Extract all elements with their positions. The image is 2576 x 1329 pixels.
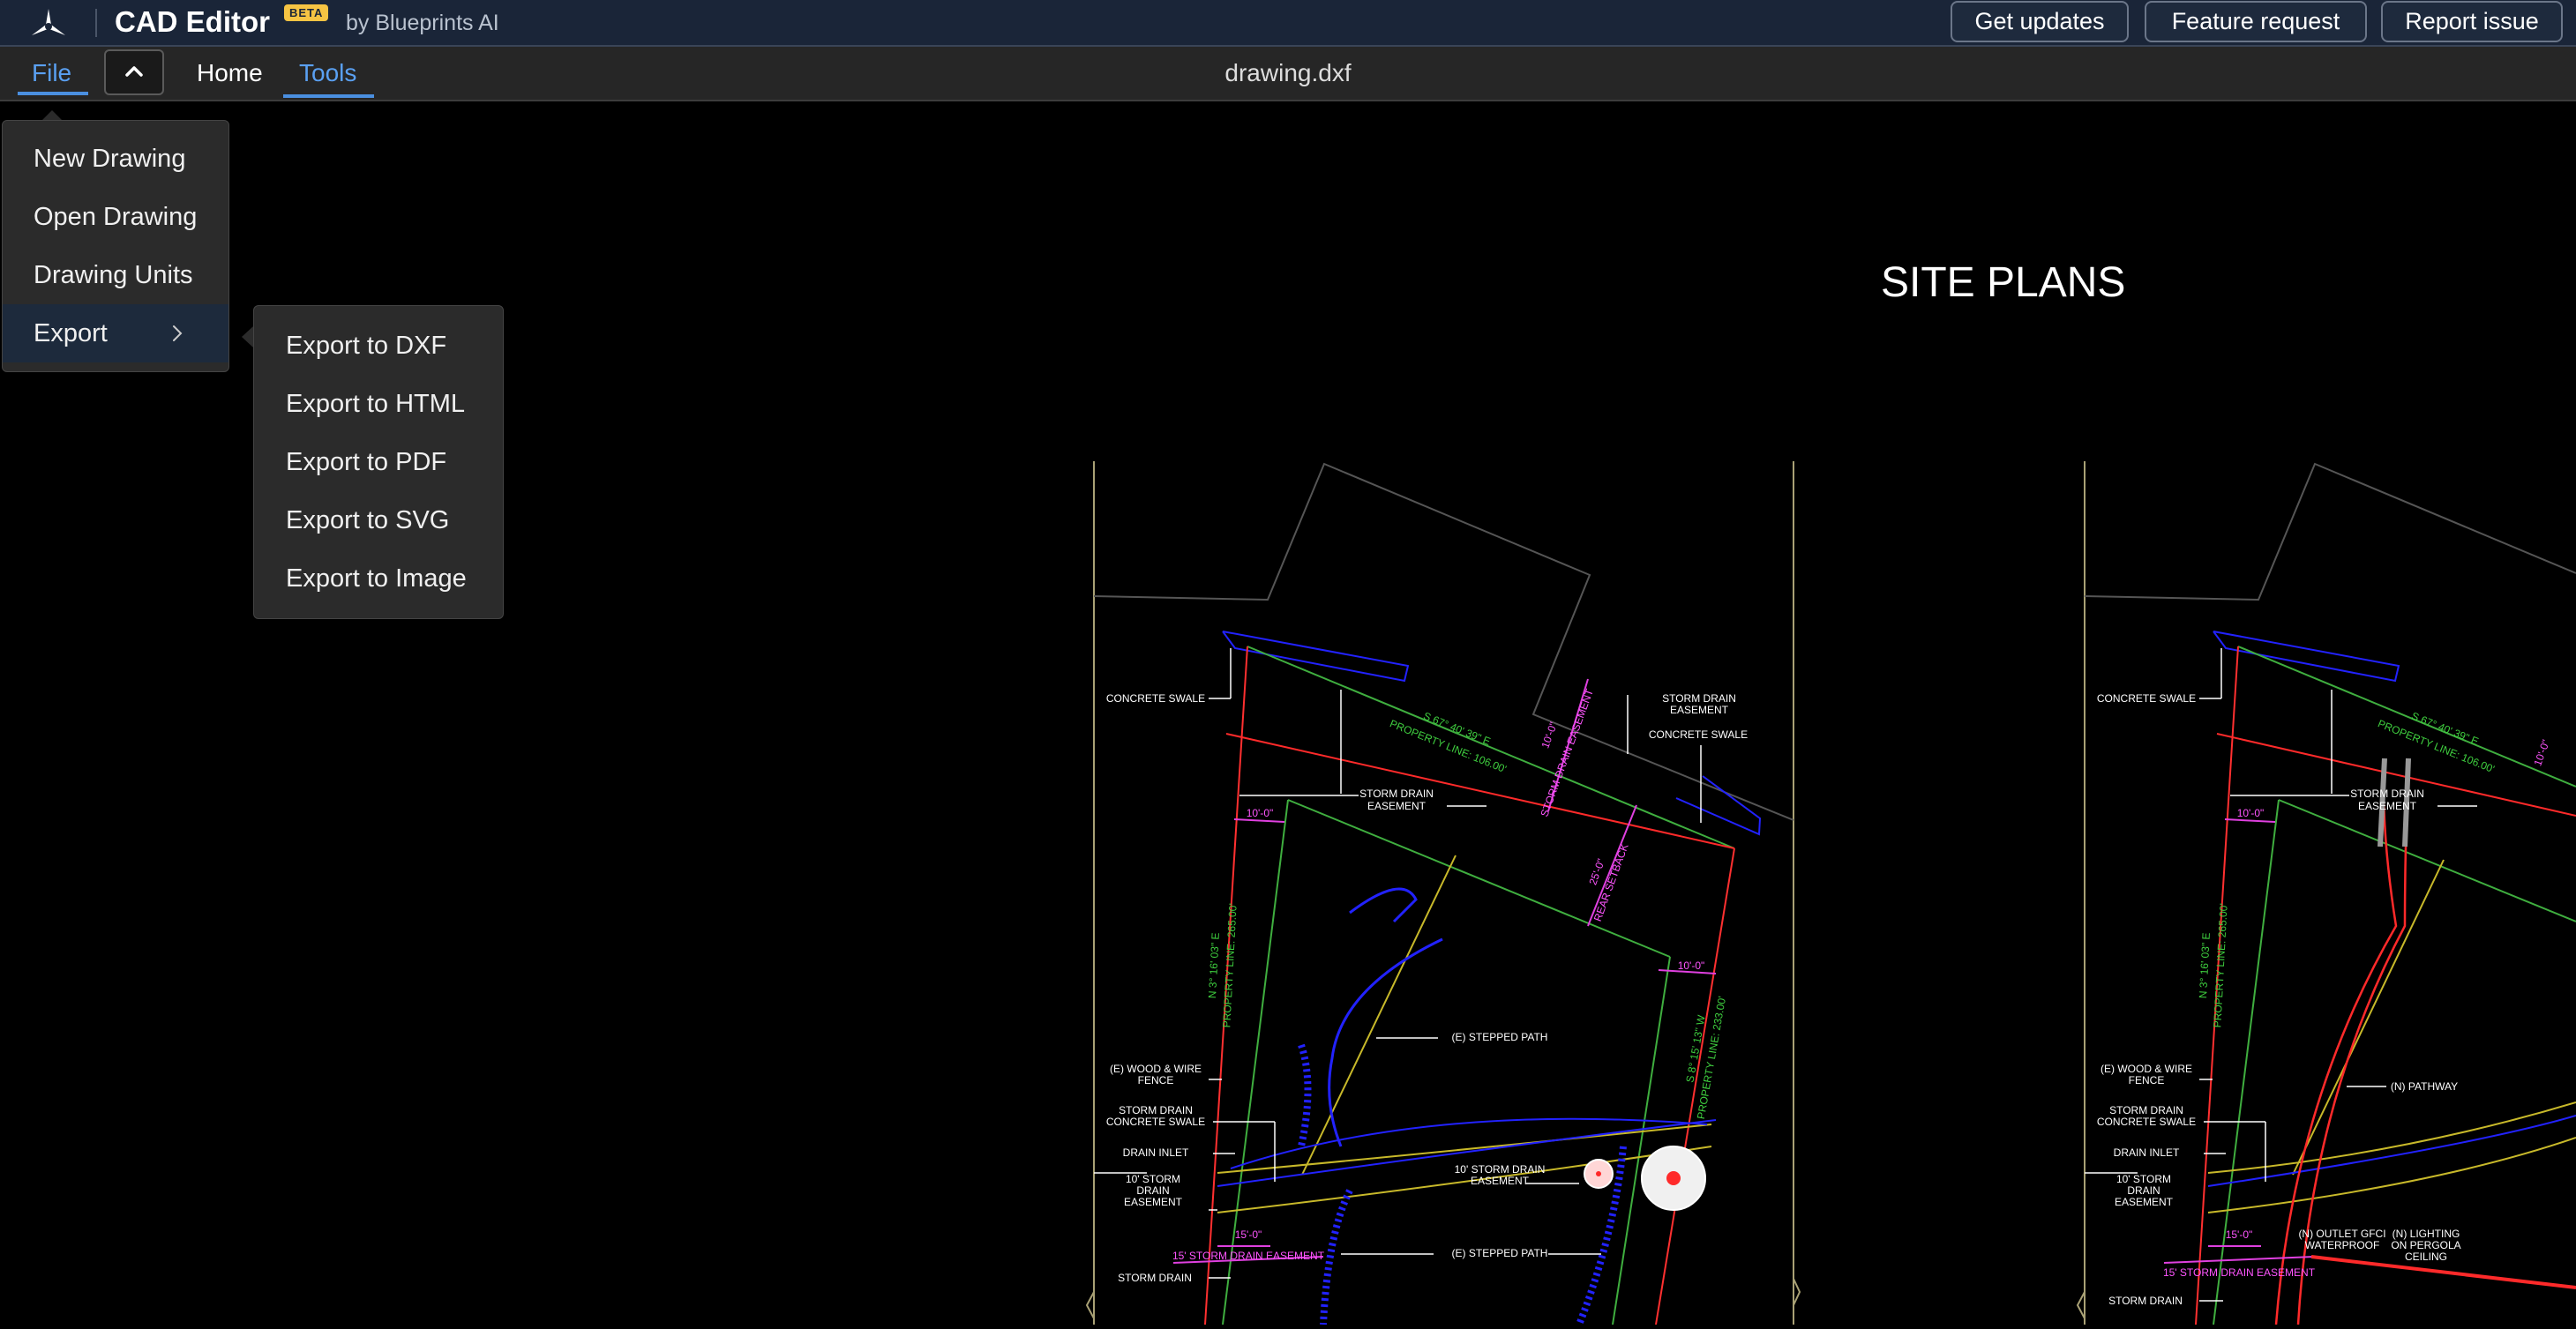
left-plan-label: STORM DRAIN	[1662, 692, 1736, 705]
left-plan-label: N 3° 16' 03" E	[1206, 932, 1222, 998]
left-plan-label: CONCRETE SWALE	[1106, 692, 1205, 705]
left-plan-label: 10' STORM	[1126, 1173, 1180, 1185]
menu-item-export[interactable]: Export	[3, 304, 228, 362]
right-plan-label: FENCE	[2129, 1074, 2165, 1086]
chevron-right-icon	[173, 325, 183, 341]
left-plan-label: STORM DRAIN	[1359, 788, 1434, 800]
right-plan-label: STORM DRAIN	[2108, 1295, 2183, 1307]
document-filename: drawing.dxf	[1224, 59, 1352, 86]
right-plan-label: (N) LIGHTING	[2393, 1228, 2460, 1240]
left-plan-label: (E) WOOD & WIRE	[1110, 1063, 1202, 1075]
menu-item-export-svg[interactable]: Export to SVG	[254, 491, 503, 549]
left-plan-label: 10'-0"	[1678, 959, 1705, 972]
left-plan-label: CONCRETE SWALE	[1649, 728, 1748, 741]
byline: by Blueprints AI	[346, 11, 499, 35]
right-plan-label: DRAIN	[2127, 1184, 2160, 1197]
file-menu: New Drawing Open Drawing Drawing Units E…	[2, 120, 229, 372]
left-plan-label: 10'-0"	[1247, 807, 1274, 819]
drawing-canvas[interactable]: CONCRETE SWALE STORM DRAIN EASEMENT CONCRET…	[0, 101, 2576, 1326]
left-plan-label: EASEMENT	[1367, 800, 1427, 812]
menu-item-drawing-units[interactable]: Drawing Units	[3, 246, 228, 304]
left-plan-label: 10' STORM DRAIN	[1455, 1163, 1546, 1176]
right-plan-label: STORM DRAIN	[2350, 788, 2424, 800]
header-divider	[95, 9, 97, 37]
right-plan-label: PROPERTY LINE: 265.00'	[2211, 903, 2229, 1028]
right-plan-label: 10' STORM	[2116, 1173, 2171, 1185]
left-plan-label: (E) STEPPED PATH	[1452, 1247, 1548, 1259]
get-updates-button[interactable]: Get updates	[1951, 1, 2129, 42]
right-plan-label: (N) OUTLET GFCI	[2298, 1228, 2385, 1240]
menu-item-new-drawing[interactable]: New Drawing	[3, 130, 228, 188]
left-plan-label: STORM DRAIN	[1119, 1104, 1193, 1116]
blueprints-logo-icon[interactable]	[26, 5, 71, 42]
right-plan-label: (N) PATHWAY	[2391, 1080, 2458, 1093]
drawing-title: SITE PLANS	[1881, 259, 2126, 306]
left-plan-label: DRAIN INLET	[1123, 1146, 1189, 1159]
right-plan-label: EASEMENT	[2358, 800, 2417, 812]
right-plan-label: EASEMENT	[2115, 1196, 2174, 1208]
report-issue-button[interactable]: Report issue	[2381, 1, 2563, 42]
left-plan-label: EASEMENT	[1670, 704, 1729, 716]
right-plan-label: CONCRETE SWALE	[2097, 1116, 2196, 1128]
app-title: CAD Editor	[115, 5, 270, 38]
right-plan-label: (E) WOOD & WIRE	[2100, 1063, 2192, 1075]
menu-item-export-dxf[interactable]: Export to DXF	[254, 317, 503, 375]
menu-item-export-pdf[interactable]: Export to PDF	[254, 433, 503, 491]
left-plan-label: STORM DRAIN EASEMENT	[1538, 687, 1596, 818]
feature-request-button[interactable]: Feature request	[2145, 1, 2367, 42]
left-plan-label: EASEMENT	[1124, 1196, 1183, 1208]
right-plan-label: 10'-0"	[2531, 738, 2552, 768]
left-plan-label: STORM DRAIN	[1118, 1272, 1192, 1284]
left-plan-label: (E) STEPPED PATH	[1452, 1031, 1548, 1043]
export-submenu: Export to DXF Export to HTML Export to P…	[253, 305, 504, 619]
menu-item-export-image[interactable]: Export to Image	[254, 549, 503, 608]
tab-tools-underline	[283, 94, 374, 98]
right-plan-label: WATERPROOF	[2305, 1239, 2380, 1251]
right-plan-label: STORM DRAIN	[2109, 1104, 2183, 1116]
menu-item-export-label: Export	[34, 318, 108, 347]
right-plan-label: 15' STORM DRAIN EASEMENT	[2163, 1266, 2316, 1279]
beta-badge: BETA	[284, 4, 329, 21]
left-plan-label: EASEMENT	[1471, 1175, 1530, 1187]
left-plan-label: 10'-0"	[1539, 720, 1560, 750]
left-plan-label: 15'-0"	[1235, 1228, 1262, 1241]
right-plan-label: 15'-0"	[2226, 1228, 2253, 1241]
left-plan-label: 15' STORM DRAIN EASEMENT	[1172, 1250, 1325, 1262]
left-plan-label: DRAIN	[1136, 1184, 1169, 1197]
right-plan-label: DRAIN INLET	[2114, 1146, 2180, 1159]
menu-item-open-drawing[interactable]: Open Drawing	[3, 188, 228, 246]
menu-bar: File Home Tools drawing.dxf	[0, 47, 2576, 101]
cad-drawing[interactable]: CONCRETE SWALE STORM DRAINEASEMENTCONCRET…	[0, 101, 2576, 1326]
right-plan-label: 10'-0"	[2237, 807, 2265, 819]
tab-file-underline	[18, 92, 88, 95]
right-plan-label: CONCRETE SWALE	[2097, 692, 2196, 705]
app-header: CAD Editor BETA by Blueprints AI Get upd…	[0, 0, 2576, 47]
left-plan-label: FENCE	[1138, 1074, 1174, 1086]
right-plan-label: N 3° 16' 03" E	[2197, 932, 2213, 998]
right-plan-label: CEILING	[2405, 1251, 2447, 1263]
left-plan-label: PROPERTY LINE: 265.00'	[1220, 903, 1239, 1028]
right-plan-label: ON PERGOLA	[2391, 1239, 2460, 1251]
menu-item-export-html[interactable]: Export to HTML	[254, 375, 503, 433]
left-plan-label: CONCRETE SWALE	[1106, 1116, 1205, 1128]
export-submenu-pointer	[242, 326, 253, 347]
